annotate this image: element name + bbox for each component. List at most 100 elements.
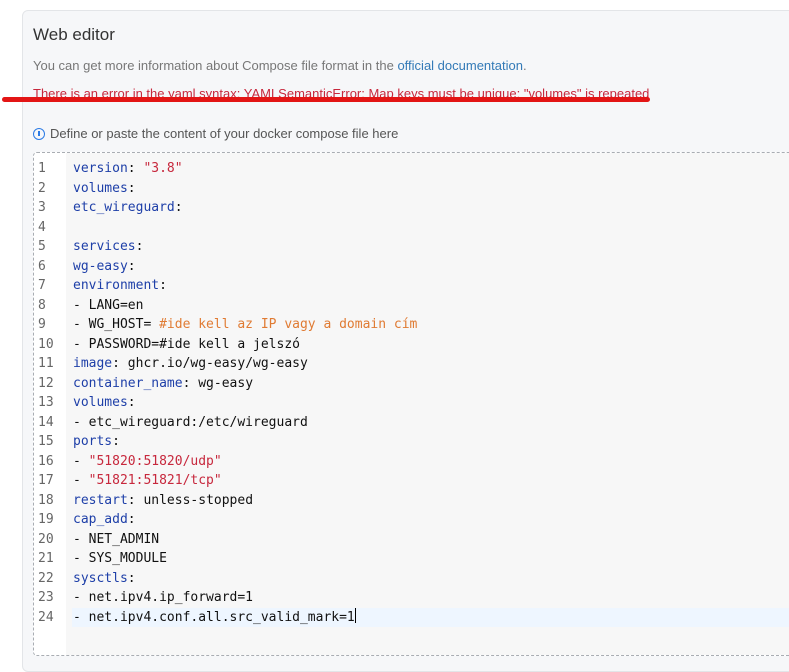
line-code[interactable]: - WG_HOST= #ide kell az IP vagy a domain… [72,315,789,335]
line-number: 1 [38,161,46,176]
line-code[interactable]: environment: [72,276,789,296]
code-editor[interactable]: 1 version: "3.8" 2 volumes: 3 etc_wireguard: 4… [33,152,789,656]
line-number: 16 [38,453,54,469]
yaml-key: etc_wireguard [73,200,175,215]
line-code[interactable]: - LANG=en [72,296,789,316]
line-code[interactable]: wg-easy: [72,257,789,277]
line-number: 18 [38,492,54,508]
yaml-key: ports [73,434,113,449]
code-line[interactable]: 1 version: "3.8" [34,159,789,179]
yaml-text: - etc_wireguard:/etc/wireguard [73,414,308,430]
code-line[interactable]: 14 - etc_wireguard:/etc/wireguard [34,413,789,433]
code-line[interactable]: 18 restart: unless-stopped [34,491,789,511]
info-prefix: You can get more information about Compo… [33,58,398,73]
line-code[interactable]: etc_wireguard: [72,198,789,218]
line-number: 20 [38,531,54,547]
line-code[interactable]: services: [72,237,789,257]
yaml-text: - net.ipv4.conf.all.src_valid_mark=1 [73,609,355,625]
yaml-text: : [127,180,136,196]
line-code[interactable]: - net.ipv4.conf.all.src_valid_mark=1 [72,607,789,627]
code-line[interactable]: 5 services: [34,237,789,257]
line-code[interactable]: ports: [72,432,789,452]
code-line[interactable]: 23 - net.ipv4.ip_forward=1 [34,588,789,608]
line-number: 11 [38,356,54,371]
yaml-text: : [127,258,136,274]
line-code[interactable]: - etc_wireguard:/etc/wireguard [72,413,789,433]
line-number: 10 [38,336,54,352]
code-line[interactable]: 7 environment: [34,276,789,296]
code-line[interactable]: 9 - WG_HOST= #ide kell az IP vagy a domai… [34,315,789,335]
code-line[interactable]: 11 image: ghcr.io/wg-easy/wg-easy [34,354,789,374]
yaml-comment: #ide kell az IP vagy a domain cím [159,317,418,332]
line-code[interactable]: - "51821:51821/tcp" [72,471,789,491]
yaml-text: : [127,512,136,527]
code-lines[interactable]: 1 version: "3.8" 2 volumes: 3 etc_wireguard: 4… [34,159,789,627]
code-line[interactable]: 6 wg-easy: [34,257,789,277]
yaml-text: : [174,200,183,215]
line-number: 24 [38,609,54,625]
yaml-text: : ghcr.io/wg-easy/wg-easy [112,356,308,371]
code-line[interactable]: 24 - net.ipv4.conf.all.src_valid_mark=1 [34,607,789,627]
line-code[interactable]: image: ghcr.io/wg-easy/wg-easy [72,354,789,374]
code-line[interactable]: 2 volumes: [34,179,789,199]
yaml-key: cap_add [73,512,128,527]
line-number: 15 [38,434,54,449]
line-number: 3 [38,200,46,215]
line-code[interactable]: - "51820:51820/udp" [72,452,789,472]
line-number: 19 [38,512,54,527]
line-code[interactable]: version: "3.8" [72,159,789,179]
text-cursor [354,607,356,623]
code-line[interactable]: 3 etc_wireguard: [34,198,789,218]
line-number: 23 [38,590,54,605]
yaml-text: : wg-easy [182,375,254,391]
yaml-text: : [112,434,120,449]
yaml-text: : [127,570,136,586]
page-title: Web editor [33,25,115,44]
yaml-text: - [73,473,89,488]
code-line[interactable]: 21 - SYS_MODULE [34,549,789,569]
yaml-text: - NET_ADMIN [73,531,160,547]
code-line[interactable]: 19 cap_add: [34,510,789,530]
yaml-key: wg-easy [73,258,128,274]
line-number: 14 [38,414,54,430]
line-code[interactable]: - SYS_MODULE [72,549,789,569]
yaml-text: - PASSWORD=#ide kell a jelszó [73,336,300,352]
yaml-string: "3.8" [143,161,183,176]
yaml-text: - net.ipv4.ip_forward=1 [73,590,254,605]
line-code[interactable]: sysctls: [72,569,789,589]
code-line[interactable]: 20 - NET_ADMIN [34,530,789,550]
code-line[interactable]: 13 volumes: [34,393,789,413]
code-line[interactable]: 10 - PASSWORD=#ide kell a jelszó [34,335,789,355]
yaml-text: - LANG=en [73,297,144,313]
line-code[interactable]: container_name: wg-easy [72,374,789,394]
yaml-key: sysctls [73,570,128,586]
line-code[interactable]: - PASSWORD=#ide kell a jelszó [72,335,789,355]
code-line[interactable]: 4 [34,218,789,238]
yaml-string: "51820:51820/udp" [88,453,222,469]
code-line[interactable]: 22 sysctls: [34,569,789,589]
editor-hint: Define or paste the content of your dock… [33,126,398,141]
line-code[interactable]: cap_add: [72,510,789,530]
code-line[interactable]: 16 - "51820:51820/udp" [34,452,789,472]
yaml-text: - SYS_MODULE [73,551,167,566]
official-documentation-link[interactable]: official documentation [397,58,523,73]
yaml-key: volumes [73,395,128,410]
line-code[interactable]: restart: unless-stopped [72,491,789,511]
code-line[interactable]: 8 - LANG=en [34,296,789,316]
line-code[interactable]: - NET_ADMIN [72,530,789,550]
yaml-key: environment [73,278,160,293]
yaml-key: services [73,239,136,254]
line-number: 6 [38,258,46,274]
line-code[interactable]: volumes: [72,179,789,199]
code-line[interactable]: 12 container_name: wg-easy [34,374,789,394]
line-code[interactable]: - net.ipv4.ip_forward=1 [72,588,789,608]
code-line[interactable]: 15 ports: [34,432,789,452]
code-line[interactable]: 17 - "51821:51821/tcp" [34,471,789,491]
yaml-text: : [159,278,167,293]
line-code[interactable]: volumes: [72,393,789,413]
yaml-text: : [135,239,144,254]
line-number: 13 [38,395,54,410]
yaml-text: - [73,453,89,469]
yaml-text: : [127,395,136,410]
line-number: 8 [38,297,46,313]
